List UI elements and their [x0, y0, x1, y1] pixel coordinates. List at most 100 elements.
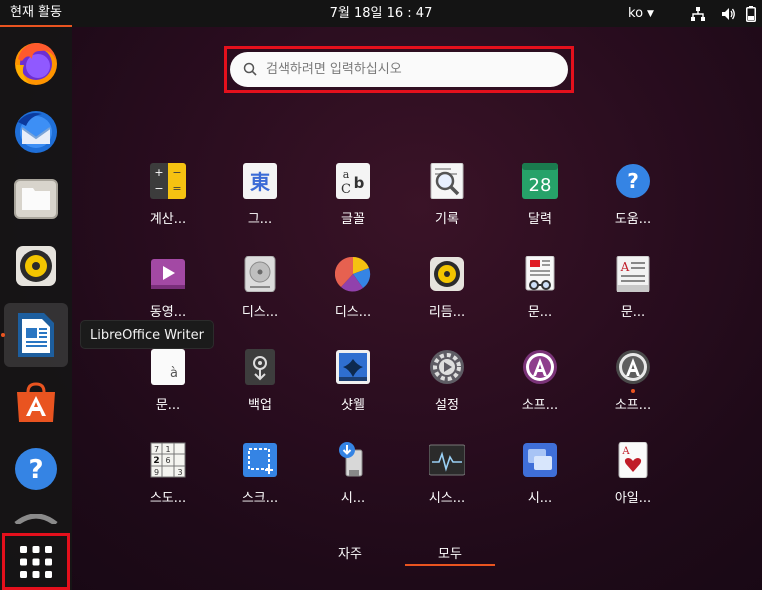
app-label: 계산... [149, 212, 187, 227]
app-label: 아일... [614, 491, 652, 506]
svg-text:?: ? [28, 455, 43, 485]
text-editor-icon: A [616, 256, 650, 292]
logs-icon [430, 163, 464, 199]
tab-all[interactable]: 모두 [405, 543, 495, 562]
fonts-icon: a C b [336, 163, 370, 199]
running-indicator [631, 389, 635, 393]
app-text-editor[interactable]: A 문... [592, 256, 674, 340]
svg-text:−: − [172, 166, 181, 179]
software-properties-icon [616, 350, 650, 384]
svg-text:東: 東 [250, 170, 270, 194]
app-document-viewer[interactable]: 문... [499, 256, 581, 340]
app-rhythmbox[interactable]: 리듬... [406, 256, 488, 340]
chevron-down-icon: ▼ [647, 9, 654, 19]
app-fonts[interactable]: a C b 글꼴 [312, 163, 394, 247]
system-monitor-icon [429, 444, 465, 476]
show-applications-button[interactable] [2, 533, 70, 590]
app-startup-disk[interactable]: 시... [312, 442, 394, 526]
app-aisleriot[interactable]: A 아일... [592, 442, 674, 526]
activities-label: 현재 활동 [10, 5, 62, 20]
app-software-properties[interactable]: 소프... [592, 349, 674, 433]
svg-text:?: ? [627, 169, 639, 193]
files-icon [14, 179, 58, 219]
app-label: 그... [247, 212, 273, 227]
partial-dock-icon [14, 514, 58, 524]
dock-tooltip: LibreOffice Writer [80, 320, 214, 349]
dock-item-rhythmbox[interactable] [4, 234, 68, 298]
libreoffice-writer-icon [18, 313, 54, 357]
app-libreoffice-writer[interactable]: à 문... [127, 349, 209, 433]
app-disk-usage[interactable]: 디스... [312, 256, 394, 340]
svg-text:6: 6 [165, 456, 170, 465]
network-icon[interactable] [690, 6, 706, 22]
app-software-updater[interactable]: 소프... [499, 349, 581, 433]
dock-item-libreoffice-writer[interactable] [4, 303, 68, 367]
app-label: 소프... [614, 398, 652, 413]
app-calculator[interactable]: + − − = 계산... [127, 163, 209, 247]
dock-item-files[interactable] [4, 167, 68, 231]
disks-icon [244, 256, 276, 292]
clock[interactable]: 7월 18일 16 : 47 [330, 6, 433, 21]
svg-text:9: 9 [154, 468, 159, 477]
svg-text:A: A [620, 260, 630, 274]
svg-text:a: a [343, 168, 350, 181]
software-icon [17, 382, 55, 422]
highlight-box [2, 533, 70, 590]
app-system-monitor[interactable]: 시스... [406, 442, 488, 526]
app-backup[interactable]: 백업 [219, 349, 301, 433]
aisleriot-icon: A [618, 442, 648, 478]
app-character-map[interactable]: 東 그... [219, 163, 301, 247]
app-label: 스도... [149, 491, 187, 506]
calendar-day: 28 [529, 175, 552, 196]
dock-item-thunderbird[interactable] [4, 100, 68, 164]
language-indicator[interactable]: ko ▼ [628, 0, 654, 29]
app-label: 디스... [241, 305, 279, 320]
app-label: 백업 [248, 398, 272, 413]
app-label: 문... [527, 305, 553, 320]
svg-text:=: = [172, 182, 181, 195]
shotwell-icon [336, 350, 370, 384]
app-settings[interactable]: 설정 [406, 349, 488, 433]
help-icon: ? [616, 164, 650, 198]
app-calendar[interactable]: 28 달력 [499, 163, 581, 247]
app-label: 리듬... [428, 305, 466, 320]
app-label: 동영... [149, 305, 187, 320]
svg-text:b: b [354, 174, 365, 192]
app-disks[interactable]: 디스... [219, 256, 301, 340]
search-input[interactable] [266, 52, 556, 87]
running-indicator [1, 333, 5, 337]
top-bar: 현재 활동 7월 18일 16 : 47 ko ▼ [0, 0, 762, 27]
app-label: 시... [527, 491, 553, 506]
volume-icon[interactable] [720, 6, 736, 22]
dock-item-firefox[interactable] [4, 31, 68, 95]
dock-item-software[interactable] [4, 371, 68, 435]
dock-item-help[interactable]: ? [4, 437, 68, 501]
libreoffice-writer-icon: à [151, 349, 185, 385]
app-label: 스크... [241, 491, 279, 506]
active-tab-indicator [405, 564, 495, 566]
firefox-icon [15, 43, 57, 85]
app-screenshot[interactable]: 스크... [219, 442, 301, 526]
svg-text:A: A [621, 446, 630, 457]
app-shotwell[interactable]: 샷웰 [312, 349, 394, 433]
backup-icon [245, 349, 275, 385]
app-label: 도움... [614, 212, 652, 227]
search-icon [243, 62, 257, 76]
app-label: 소프... [521, 398, 559, 413]
battery-icon[interactable] [746, 6, 756, 22]
app-label: 달력 [528, 212, 552, 227]
activities-button[interactable]: 현재 활동 [0, 0, 72, 27]
svg-text:C: C [341, 182, 351, 197]
app-label: 디스... [334, 305, 372, 320]
startup-disk-icon [339, 442, 363, 477]
svg-text:2: 2 [153, 456, 159, 466]
search-box[interactable] [230, 52, 568, 87]
document-viewer-icon [525, 256, 555, 291]
settings-icon [430, 350, 464, 384]
tab-frequent[interactable]: 자주 [320, 543, 380, 562]
app-sudoku[interactable]: 7 1 2 6 3 9 스도... [127, 442, 209, 526]
app-logs[interactable]: 기록 [406, 163, 488, 247]
app-label: 문... [155, 398, 181, 413]
app-help[interactable]: ? 도움... [592, 163, 674, 247]
app-remote-desktop[interactable]: 시... [499, 442, 581, 526]
